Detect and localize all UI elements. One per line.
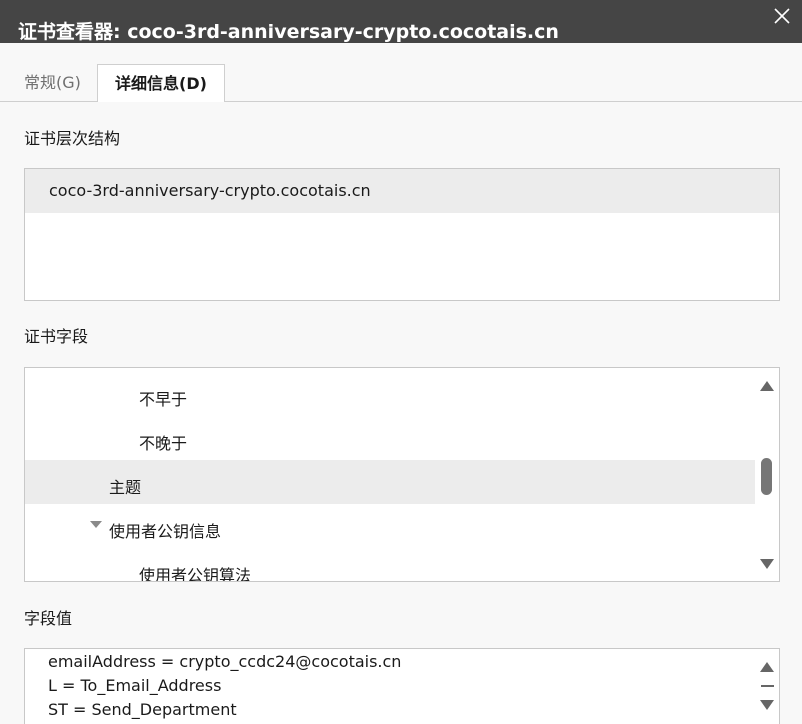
tab-general[interactable]: 常规(G) [24, 64, 81, 101]
title-bar: 证书查看器: coco-3rd-anniversary-crypto.cocot… [0, 0, 802, 43]
expand-triangle-icon[interactable] [90, 521, 102, 528]
value-line: ST = Send_Department [48, 700, 237, 719]
hierarchy-label: 证书层次结构 [24, 129, 121, 148]
field-row-not-after[interactable]: 不晚于 [25, 416, 755, 460]
scroll-up-icon[interactable] [760, 381, 774, 391]
value-line: emailAddress = crypto_ccdc24@cocotais.cn [48, 652, 402, 671]
field-label: 使用者公钥算法 [139, 566, 252, 582]
hierarchy-tree: coco-3rd-anniversary-crypto.cocotais.cn [24, 168, 780, 301]
field-label: 使用者公钥信息 [109, 522, 222, 541]
scroll-thumb[interactable] [761, 685, 774, 687]
tab-details[interactable]: 详细信息(D) [97, 64, 225, 102]
field-label: 不早于 [139, 390, 188, 409]
field-label: 不晚于 [139, 434, 188, 453]
field-value-text[interactable]: emailAddress = crypto_ccdc24@cocotais.cn… [24, 648, 780, 724]
field-row-subject-public-key-info[interactable]: 使用者公钥信息 [25, 504, 755, 548]
value-line: L = To_Email_Address [48, 676, 222, 695]
scroll-up-icon[interactable] [760, 662, 774, 672]
fields-scrollbar[interactable] [755, 368, 779, 581]
value-scrollbar[interactable] [755, 649, 779, 724]
tab-bar: 常规(G) 详细信息(D) [0, 64, 802, 102]
window-title: 证书查看器: coco-3rd-anniversary-crypto.cocot… [18, 21, 559, 43]
certificate-viewer-window: 证书查看器: coco-3rd-anniversary-crypto.cocot… [0, 0, 802, 724]
scroll-down-icon[interactable] [760, 700, 774, 710]
field-value-label: 字段值 [24, 609, 73, 628]
scroll-thumb[interactable] [761, 458, 772, 495]
scroll-down-icon[interactable] [760, 559, 774, 569]
hierarchy-item[interactable]: coco-3rd-anniversary-crypto.cocotais.cn [25, 169, 779, 213]
fields-tree: 不早于 不晚于 主题 使用者公钥信息 使用者公钥算法 [24, 367, 780, 582]
hierarchy-item-label: coco-3rd-anniversary-crypto.cocotais.cn [49, 181, 371, 200]
fields-label: 证书字段 [24, 327, 89, 346]
field-label: 主题 [109, 478, 142, 497]
field-row-not-before[interactable]: 不早于 [25, 372, 755, 416]
field-row-subject[interactable]: 主题 [25, 460, 755, 504]
field-row-public-key-algorithm[interactable]: 使用者公钥算法 [25, 548, 755, 582]
close-icon[interactable] [770, 4, 794, 28]
